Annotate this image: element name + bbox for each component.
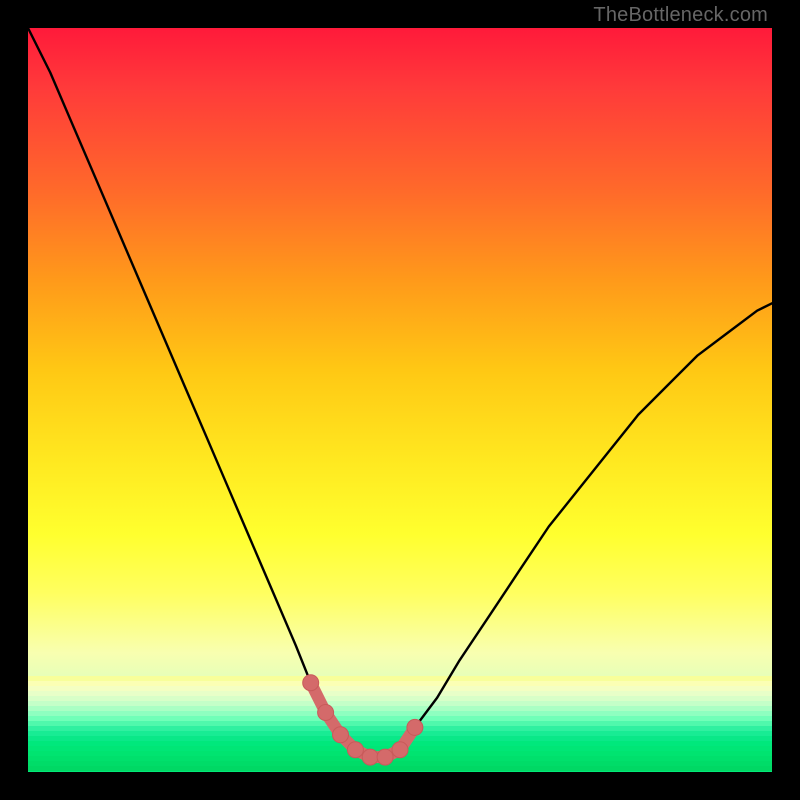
valley-highlight-dots <box>303 675 423 765</box>
chart-svg <box>28 28 772 772</box>
valley-marker-dot <box>377 749 393 765</box>
valley-marker-dot <box>362 749 378 765</box>
chart-frame: TheBottleneck.com <box>0 0 800 800</box>
watermark-text: TheBottleneck.com <box>593 4 768 27</box>
plot-area <box>28 28 772 772</box>
valley-marker-dot <box>392 742 408 758</box>
valley-marker-dot <box>347 742 363 758</box>
valley-marker-dot <box>303 675 319 691</box>
valley-marker-dot <box>407 719 423 735</box>
valley-marker-dot <box>333 727 349 743</box>
bottleneck-curve <box>28 28 772 757</box>
valley-marker-dot <box>318 705 334 721</box>
